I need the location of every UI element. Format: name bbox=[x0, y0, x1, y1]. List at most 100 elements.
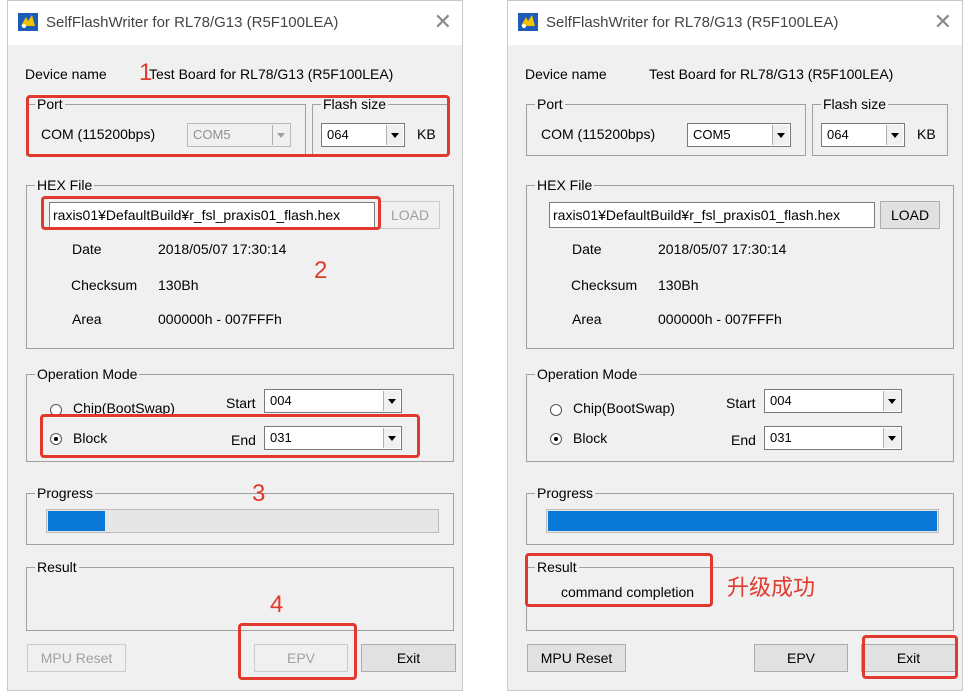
operation-mode-legend: Operation Mode bbox=[35, 366, 140, 382]
chip-label: Chip(BootSwap) bbox=[573, 400, 675, 416]
end-block-value: 031 bbox=[770, 430, 792, 445]
progress-fill bbox=[48, 511, 105, 531]
device-name-label: Device name bbox=[525, 66, 607, 82]
checksum-label: Checksum bbox=[571, 277, 638, 293]
progress-legend: Progress bbox=[535, 485, 596, 501]
progress-fill bbox=[548, 511, 937, 531]
device-name-value: Test Board for RL78/G13 (R5F100LEA) bbox=[149, 66, 394, 82]
result-legend: Result bbox=[535, 559, 579, 575]
chevron-down-icon bbox=[886, 125, 903, 145]
window-title: SelfFlashWriter for RL78/G13 (R5F100LEA) bbox=[546, 14, 839, 31]
annotation-step-2: 2 bbox=[314, 257, 328, 284]
mpu-reset-button[interactable]: MPU Reset bbox=[527, 644, 626, 672]
progress-legend: Progress bbox=[35, 485, 96, 501]
title-bar: SelfFlashWriter for RL78/G13 (R5F100LEA)… bbox=[8, 1, 462, 45]
start-block-select[interactable]: 004 bbox=[264, 389, 402, 413]
mpu-reset-button[interactable]: MPU Reset bbox=[27, 644, 126, 672]
port-select[interactable]: COM5 bbox=[187, 123, 291, 147]
close-icon[interactable]: ✕ bbox=[434, 10, 452, 34]
port-group: Port COM (115200bps) COM5 bbox=[26, 96, 306, 156]
close-icon[interactable]: ✕ bbox=[934, 10, 952, 34]
checksum-value: 130Bh bbox=[658, 277, 699, 293]
annotation-step-3: 3 bbox=[252, 480, 266, 507]
chevron-down-icon bbox=[383, 428, 400, 448]
area-label: Area bbox=[72, 311, 102, 327]
checksum-value: 130Bh bbox=[158, 277, 199, 293]
flash-size-select[interactable]: 064 bbox=[321, 123, 405, 147]
device-name-value: Test Board for RL78/G13 (R5F100LEA) bbox=[649, 66, 894, 82]
block-label: Block bbox=[573, 430, 608, 446]
port-group: Port COM (115200bps) COM5 bbox=[526, 96, 806, 156]
progress-group: Progress bbox=[526, 485, 954, 545]
area-value: 000000h - 007FFFh bbox=[158, 311, 282, 327]
window-title: SelfFlashWriter for RL78/G13 (R5F100LEA) bbox=[46, 14, 339, 31]
start-block-value: 004 bbox=[270, 393, 292, 408]
end-block-select[interactable]: 031 bbox=[764, 426, 902, 450]
end-block-value: 031 bbox=[270, 430, 292, 445]
exit-button[interactable]: Exit bbox=[361, 644, 456, 672]
hex-path-field[interactable]: raxis01¥DefaultBuild¥r_fsl_praxis01_flas… bbox=[49, 202, 375, 228]
block-radio[interactable] bbox=[50, 433, 62, 445]
checksum-label: Checksum bbox=[71, 277, 138, 293]
chip-label: Chip(BootSwap) bbox=[73, 400, 175, 416]
flash-size-legend: Flash size bbox=[821, 96, 889, 112]
epv-button[interactable]: EPV bbox=[254, 644, 348, 672]
exit-button[interactable]: Exit bbox=[861, 644, 956, 672]
hex-file-legend: HEX File bbox=[535, 177, 595, 193]
load-button[interactable]: LOAD bbox=[880, 201, 940, 229]
load-button[interactable]: LOAD bbox=[380, 201, 440, 229]
port-label: COM (115200bps) bbox=[41, 126, 156, 142]
chip-radio[interactable] bbox=[550, 404, 562, 416]
port-select[interactable]: COM5 bbox=[687, 123, 791, 147]
flash-size-group: Flash size 064 KB bbox=[812, 96, 948, 156]
start-label: Start bbox=[226, 395, 256, 411]
right-window: SelfFlashWriter for RL78/G13 (R5F100LEA)… bbox=[507, 0, 963, 691]
epv-button[interactable]: EPV bbox=[754, 644, 848, 672]
area-label: Area bbox=[572, 311, 602, 327]
annotation-step-4: 4 bbox=[270, 591, 284, 618]
start-label: Start bbox=[726, 395, 756, 411]
end-block-select[interactable]: 031 bbox=[264, 426, 402, 450]
port-legend: Port bbox=[535, 96, 565, 112]
flash-unit: KB bbox=[417, 126, 436, 142]
progress-bar bbox=[546, 509, 939, 533]
flash-size-select[interactable]: 064 bbox=[821, 123, 905, 147]
end-label: End bbox=[231, 432, 256, 448]
flash-size-legend: Flash size bbox=[321, 96, 389, 112]
operation-mode-group: Operation Mode Chip(BootSwap) Block Star… bbox=[526, 366, 954, 462]
port-label: COM (115200bps) bbox=[541, 126, 656, 142]
result-text: command completion bbox=[561, 584, 695, 600]
flash-size-value: 064 bbox=[327, 127, 349, 142]
chevron-down-icon bbox=[383, 391, 400, 411]
title-bar: SelfFlashWriter for RL78/G13 (R5F100LEA)… bbox=[508, 1, 962, 45]
chevron-down-icon bbox=[883, 391, 900, 411]
block-radio[interactable] bbox=[550, 433, 562, 445]
port-select-value: COM5 bbox=[193, 127, 231, 142]
hex-file-group: HEX File raxis01¥DefaultBuild¥r_fsl_prax… bbox=[26, 177, 454, 349]
annotation-success: 升级成功 bbox=[727, 575, 816, 600]
end-label: End bbox=[731, 432, 756, 448]
flash-unit: KB bbox=[917, 126, 936, 142]
app-icon bbox=[18, 13, 38, 31]
hex-file-legend: HEX File bbox=[35, 177, 95, 193]
flash-size-value: 064 bbox=[827, 127, 849, 142]
chevron-down-icon bbox=[272, 125, 289, 145]
date-label: Date bbox=[72, 241, 102, 257]
date-label: Date bbox=[572, 241, 602, 257]
date-value: 2018/05/07 17:30:14 bbox=[658, 241, 787, 257]
hex-path-field[interactable]: raxis01¥DefaultBuild¥r_fsl_praxis01_flas… bbox=[549, 202, 875, 228]
chevron-down-icon bbox=[386, 125, 403, 145]
chevron-down-icon bbox=[772, 125, 789, 145]
start-block-select[interactable]: 004 bbox=[764, 389, 902, 413]
progress-bar bbox=[46, 509, 439, 533]
device-name-label: Device name bbox=[25, 66, 107, 82]
date-value: 2018/05/07 17:30:14 bbox=[158, 241, 287, 257]
start-block-value: 004 bbox=[770, 393, 792, 408]
hex-file-group: HEX File raxis01¥DefaultBuild¥r_fsl_prax… bbox=[526, 177, 954, 349]
progress-group: Progress bbox=[26, 485, 454, 545]
block-label: Block bbox=[73, 430, 108, 446]
chip-radio[interactable] bbox=[50, 404, 62, 416]
app-icon bbox=[518, 13, 538, 31]
port-select-value: COM5 bbox=[693, 127, 731, 142]
operation-mode-group: Operation Mode Chip(BootSwap) Block Star… bbox=[26, 366, 454, 462]
